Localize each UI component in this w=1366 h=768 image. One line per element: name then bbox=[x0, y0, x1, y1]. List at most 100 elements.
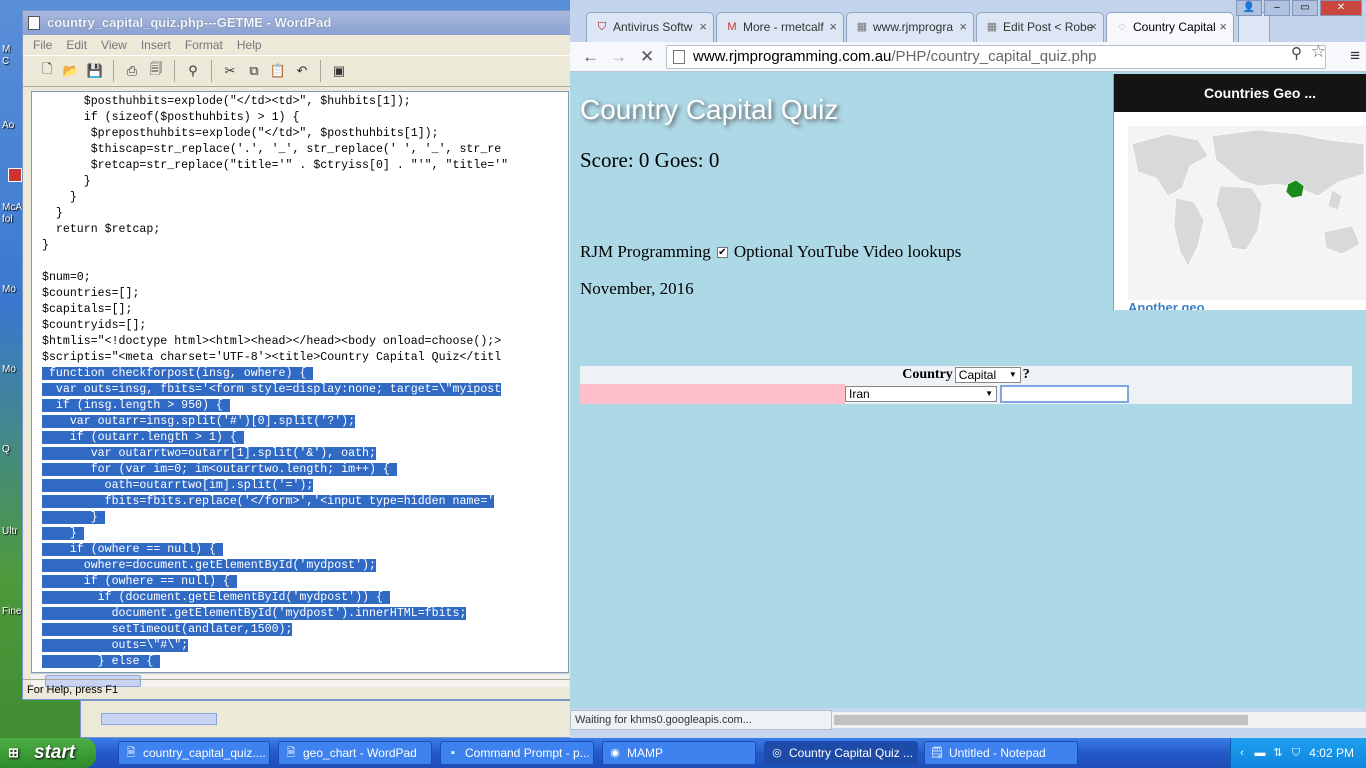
cut-scissors-icon[interactable]: ✂ bbox=[220, 61, 240, 81]
user-icon[interactable]: 👤 bbox=[1236, 0, 1262, 16]
copy-icon[interactable]: ⧉ bbox=[244, 61, 264, 81]
code-line: } bbox=[42, 175, 91, 188]
tray-monitor-icon[interactable]: ▬ bbox=[1253, 746, 1267, 760]
menu-help[interactable]: Help bbox=[237, 38, 262, 52]
tab-country-capital[interactable]: ◌ Country Capital × bbox=[1106, 12, 1234, 42]
mcafee-desktop-icon[interactable] bbox=[8, 168, 22, 182]
page-icon bbox=[673, 50, 685, 64]
stop-loading-icon[interactable]: ✕ bbox=[640, 47, 654, 67]
tab-label: www.rjmprogra bbox=[873, 20, 954, 34]
tray-network-icon[interactable]: ⇅ bbox=[1271, 746, 1285, 760]
find-binoculars-icon[interactable]: ⚲ bbox=[183, 61, 203, 81]
gmail-icon: M bbox=[727, 21, 737, 33]
wordpad-title: country_capital_quiz.php---GETME - WordP… bbox=[47, 15, 332, 30]
save-disk-icon[interactable]: 💾 bbox=[85, 61, 105, 81]
country-select-value: Iran bbox=[849, 387, 870, 401]
omnibar: ← → ✕ www.rjmprogramming.com.au/PHP/coun… bbox=[570, 42, 1366, 72]
tab-antivirus[interactable]: ⛉ Antivirus Softw × bbox=[586, 12, 714, 42]
selected-code-line: function checkforpost(insg, owhere) { bbox=[42, 367, 314, 380]
capital-answer-input[interactable] bbox=[1000, 385, 1129, 403]
horizontal-scrollbar-thumb[interactable] bbox=[834, 715, 1248, 725]
open-folder-icon[interactable]: 📂 bbox=[61, 61, 81, 81]
selected-code-line: for (var im=0; im<outarrtwo.length; im++… bbox=[42, 463, 397, 476]
close-tab-icon[interactable]: × bbox=[699, 13, 707, 41]
close-window-icon[interactable]: ✕ bbox=[1320, 0, 1362, 16]
new-tab-button[interactable] bbox=[1238, 12, 1270, 42]
menu-file[interactable]: File bbox=[33, 38, 52, 52]
code-line: $countryids=[]; bbox=[42, 319, 147, 332]
tab-edit-post[interactable]: ▦ Edit Post < Robe × bbox=[976, 12, 1104, 42]
clock: 4:02 PM bbox=[1309, 746, 1354, 760]
tray-chevron-icon[interactable]: ‹ bbox=[1235, 746, 1249, 760]
menu-view[interactable]: View bbox=[101, 38, 127, 52]
country-select[interactable]: Iran ▼ bbox=[845, 386, 997, 402]
taskbar-item-notepad[interactable]: 🗒 Untitled - Notepad bbox=[924, 741, 1078, 765]
selected-code-line: oath=outarrtwo[im].split('='); bbox=[42, 479, 314, 492]
print-icon[interactable]: ⎙ bbox=[122, 61, 142, 81]
taskbar-item-chrome[interactable]: ◎ Country Capital Quiz ... bbox=[764, 741, 918, 765]
desktop-label: fol bbox=[2, 214, 13, 225]
bookmark-star-icon[interactable]: ☆ bbox=[1311, 42, 1326, 62]
address-bar[interactable]: www.rjmprogramming.com.au/PHP/country_ca… bbox=[666, 45, 1326, 69]
back-arrow-icon[interactable]: ← bbox=[582, 47, 599, 67]
taskbar-item-geo-chart[interactable]: 🗎 geo_chart - WordPad bbox=[278, 741, 432, 765]
desktop-label: Mo bbox=[2, 284, 16, 295]
minimize-icon[interactable]: – bbox=[1264, 0, 1290, 16]
forward-arrow-icon[interactable]: → bbox=[610, 47, 627, 67]
undo-icon[interactable]: ↶ bbox=[292, 61, 312, 81]
url-path: /PHP/country_capital_quiz.php bbox=[891, 48, 1097, 65]
desktop-label: M bbox=[2, 44, 11, 55]
insert-object-icon[interactable]: ▣ bbox=[329, 61, 349, 81]
search-zoom-icon[interactable]: ⚲ bbox=[1291, 44, 1302, 62]
taskbar-item-mamp[interactable]: ◉ MAMP bbox=[602, 741, 756, 765]
code-line: if (sizeof($posthuhbits) > 1) { bbox=[42, 111, 300, 124]
chevron-down-icon: ▼ bbox=[1008, 370, 1017, 379]
code-line: $htmlis="<!doctype html><html><head></he… bbox=[42, 335, 502, 348]
question-mark: ? bbox=[1022, 367, 1030, 382]
close-tab-icon[interactable]: × bbox=[829, 13, 837, 41]
mode-select[interactable]: Capital ▼ bbox=[954, 367, 1021, 383]
taskbar-item-country-capital-wordpad[interactable]: 🗎 country_capital_quiz.... bbox=[118, 741, 270, 765]
tray-shield-icon[interactable]: ⛉ bbox=[1289, 746, 1303, 760]
horizontal-scrollbar-thumb[interactable] bbox=[101, 713, 217, 725]
selected-code-line: if (owhere == null) { bbox=[42, 543, 223, 556]
wordpad-document[interactable]: $posthuhbits=explode("</td><td>", $huhbi… bbox=[31, 91, 569, 673]
new-document-icon[interactable]: 🗋 bbox=[37, 61, 57, 81]
close-tab-icon[interactable]: × bbox=[1089, 13, 1097, 41]
menu-format[interactable]: Format bbox=[185, 38, 223, 52]
selected-code-line: if (insg.length > 950) { bbox=[42, 399, 230, 412]
close-tab-icon[interactable]: × bbox=[959, 13, 967, 41]
wordpad-titlebar[interactable]: country_capital_quiz.php---GETME - WordP… bbox=[23, 11, 571, 35]
selected-code-line: var outarrtwo=outarr[1].split('&'), oath… bbox=[42, 447, 376, 460]
print-preview-icon[interactable]: 🗐 bbox=[146, 61, 166, 81]
mcafee-icon: ⛉ bbox=[597, 21, 607, 33]
taskbar-item-label: Country Capital Quiz ... bbox=[789, 746, 914, 760]
menu-edit[interactable]: Edit bbox=[66, 38, 87, 52]
world-map[interactable] bbox=[1128, 126, 1366, 300]
another-geo-link[interactable]: Another geo bbox=[1128, 300, 1205, 310]
tab-gmail[interactable]: M More - rmetcalf × bbox=[716, 12, 844, 42]
desktop-label: Q bbox=[2, 444, 10, 455]
code-line: $posthuhbits=explode("</td><td>", $huhbi… bbox=[42, 95, 411, 108]
taskbar-item-command-prompt[interactable]: ▪ Command Prompt - p... bbox=[440, 741, 594, 765]
code-line: $thiscap=str_replace('.', '_', str_repla… bbox=[42, 143, 502, 156]
page-horizontal-scrollbar[interactable] bbox=[832, 712, 1366, 728]
tab-rjm[interactable]: ▦ www.rjmprogra × bbox=[846, 12, 974, 42]
wordpad-icon: 🗎 bbox=[126, 747, 136, 759]
close-tab-icon[interactable]: × bbox=[1219, 13, 1227, 41]
brand-link[interactable]: RJM Programming bbox=[580, 242, 711, 262]
wordpad-icon: 🗎 bbox=[286, 747, 296, 759]
web-page: Country Capital Quiz Score: 0 Goes: 0 RJ… bbox=[570, 72, 1366, 708]
chrome-menu-icon[interactable]: ≡ bbox=[1350, 46, 1360, 66]
maximize-icon[interactable]: ▭ bbox=[1292, 0, 1318, 16]
code-line: } bbox=[42, 207, 63, 220]
start-button[interactable]: ⊞ start bbox=[0, 738, 96, 768]
tab-label: More - rmetcalf bbox=[743, 20, 824, 34]
code-line: $capitals=[]; bbox=[42, 303, 133, 316]
mamp-icon: ◉ bbox=[610, 747, 620, 759]
menu-insert[interactable]: Insert bbox=[141, 38, 171, 52]
country-cell: Iran ▼ bbox=[845, 384, 1000, 404]
taskbar-item-label: country_capital_quiz.... bbox=[143, 746, 266, 760]
paste-icon[interactable]: 📋 bbox=[268, 61, 288, 81]
youtube-checkbox[interactable]: ✔ bbox=[716, 246, 728, 258]
